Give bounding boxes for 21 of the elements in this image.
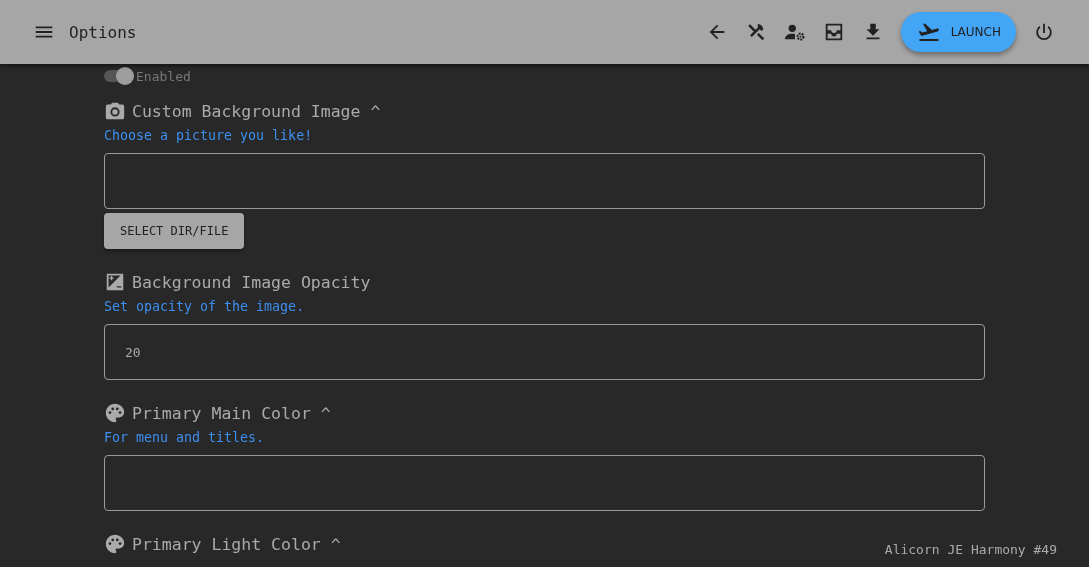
setting-title: Custom Background Image ^ (132, 101, 381, 121)
plus-minus-icon (104, 271, 126, 293)
power-icon[interactable] (1033, 21, 1055, 43)
setting-hint: For menu and titles. (104, 430, 265, 446)
toggle-label: Enabled (136, 68, 191, 84)
palette-icon (104, 402, 126, 424)
palette-icon (104, 533, 126, 555)
launch-button[interactable]: LAUNCH (900, 12, 1016, 52)
app-title: Options (69, 22, 137, 42)
version-label: Alicorn JE Harmony #49 (884, 542, 1057, 557)
setting-title: Primary Light Color ^ (132, 534, 341, 554)
setting-title: Background Image Opacity (132, 272, 371, 292)
input-field[interactable]: 20 (104, 324, 985, 380)
input-field[interactable] (104, 153, 985, 209)
camera-icon (104, 100, 126, 122)
select-button[interactable]: SELECT DIR/FILE (104, 213, 245, 249)
setting-hint: Choose a picture you like! (104, 128, 313, 144)
input-field[interactable] (104, 455, 985, 511)
toggle-switch[interactable] (104, 70, 132, 82)
setting-title: Primary Main Color ^ (132, 403, 331, 423)
setting-hint: Set opacity of the image. (104, 299, 305, 315)
